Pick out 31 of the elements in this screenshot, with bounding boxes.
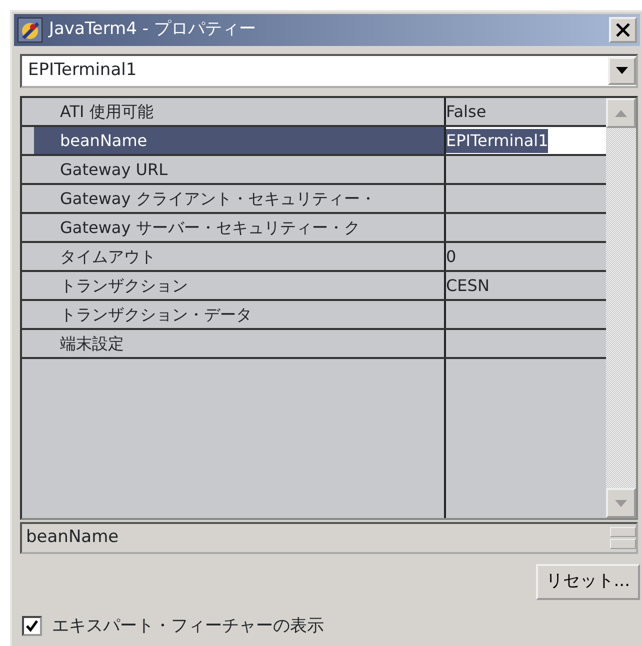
scroll-down-button[interactable] (606, 488, 636, 518)
down-arrow-icon (615, 500, 627, 506)
property-name[interactable]: Gateway クライアント・セキュリティー・ (34, 185, 446, 212)
close-icon (615, 22, 631, 38)
checkbox-label[interactable]: エキスパート・フィーチャーの表示 (52, 614, 324, 639)
caret-icon (616, 67, 628, 75)
scroll-up-button[interactable] (606, 98, 636, 128)
property-name[interactable]: トランザクション (34, 272, 446, 299)
property-value[interactable]: CESN (446, 274, 490, 298)
property-name[interactable]: beanName (34, 127, 446, 154)
reset-button[interactable]: リセット... (536, 564, 640, 600)
window-title: JavaTerm4 - プロパティー (49, 18, 256, 42)
bean-dropdown[interactable]: EPITerminal1 (20, 54, 638, 88)
app-icon (17, 17, 43, 43)
property-name[interactable]: トランザクション・データ (34, 301, 446, 328)
check-icon (25, 619, 39, 634)
property-name[interactable]: Gateway URL (34, 156, 446, 183)
spin-buttons[interactable] (610, 527, 636, 549)
property-value[interactable]: EPITerminal1 (446, 128, 548, 152)
property-value[interactable]: 0 (446, 244, 456, 268)
property-name[interactable]: タイムアウト (34, 243, 446, 270)
close-button[interactable] (609, 17, 637, 43)
checkbox[interactable] (22, 616, 42, 636)
property-name[interactable]: Gateway サーバー・セキュリティー・ク (34, 214, 446, 241)
up-arrow-icon (615, 110, 627, 116)
description-field: beanName (20, 522, 638, 554)
property-name[interactable]: ATI 使用可能 (34, 98, 446, 125)
scrollbar[interactable] (606, 98, 636, 518)
property-value[interactable]: False (446, 100, 486, 124)
dropdown-button[interactable] (608, 57, 636, 85)
property-name[interactable]: 端末設定 (34, 330, 446, 357)
